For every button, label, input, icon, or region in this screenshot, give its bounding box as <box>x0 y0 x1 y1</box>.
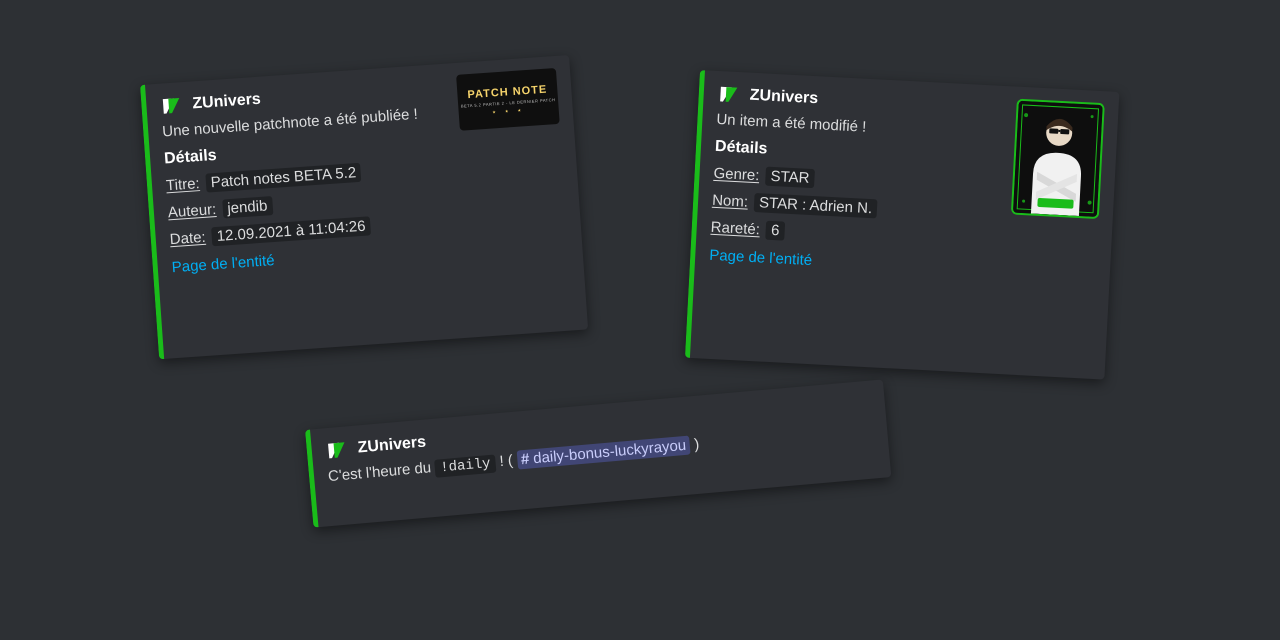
field-key: Date: <box>169 229 206 248</box>
embed-author-name: ZUnivers <box>192 91 262 114</box>
daily-suffix: ) <box>689 436 700 454</box>
embed-card-daily: ZUnivers C'est l'heure du !daily ! ( #da… <box>305 379 891 527</box>
daily-command-code: !daily <box>435 455 497 478</box>
hash-icon: # <box>520 451 530 469</box>
field-key: Auteur: <box>167 201 216 221</box>
item-card-thumbnail <box>1011 99 1105 219</box>
zunivers-logo-icon <box>717 83 740 106</box>
field-key: Titre: <box>166 175 201 194</box>
zunivers-logo-icon <box>160 94 183 117</box>
patchnote-thumbnail: PATCH NOTE BETA 5.2 PARTIE 2 - LE DERNIE… <box>456 68 560 131</box>
field-value: 12.09.2021 à 11:04:26 <box>211 216 371 246</box>
embed-author-name: ZUnivers <box>749 87 818 109</box>
entity-page-link[interactable]: Page de l'entité <box>709 247 813 269</box>
star-icon: ★ ★ ★ <box>492 107 525 114</box>
daily-mid: ! ( <box>495 452 518 471</box>
field-value: STAR : Adrien N. <box>754 193 878 218</box>
field-value: 6 <box>766 221 785 241</box>
field-key: Nom: <box>712 192 749 211</box>
embed-body: ZUnivers Un item a été modifié ! Détails… <box>690 70 1120 379</box>
embed-body: ZUnivers Une nouvelle patchnote a été pu… <box>145 55 588 359</box>
entity-page-link[interactable]: Page de l'entité <box>171 252 275 276</box>
zunivers-logo-icon <box>325 438 349 462</box>
embed-card-item: ZUnivers Un item a été modifié ! Détails… <box>685 70 1119 380</box>
daily-prefix: C'est l'heure du <box>327 459 436 485</box>
embed-author-name: ZUnivers <box>357 434 427 458</box>
embed-body: ZUnivers C'est l'heure du !daily ! ( #da… <box>310 379 891 527</box>
field-key: Genre: <box>713 165 760 184</box>
field-value: STAR <box>765 167 815 189</box>
field-key: Rareté: <box>710 219 760 239</box>
field-value: jendib <box>222 196 273 218</box>
embed-card-patchnote: ZUnivers Une nouvelle patchnote a été pu… <box>140 55 588 359</box>
